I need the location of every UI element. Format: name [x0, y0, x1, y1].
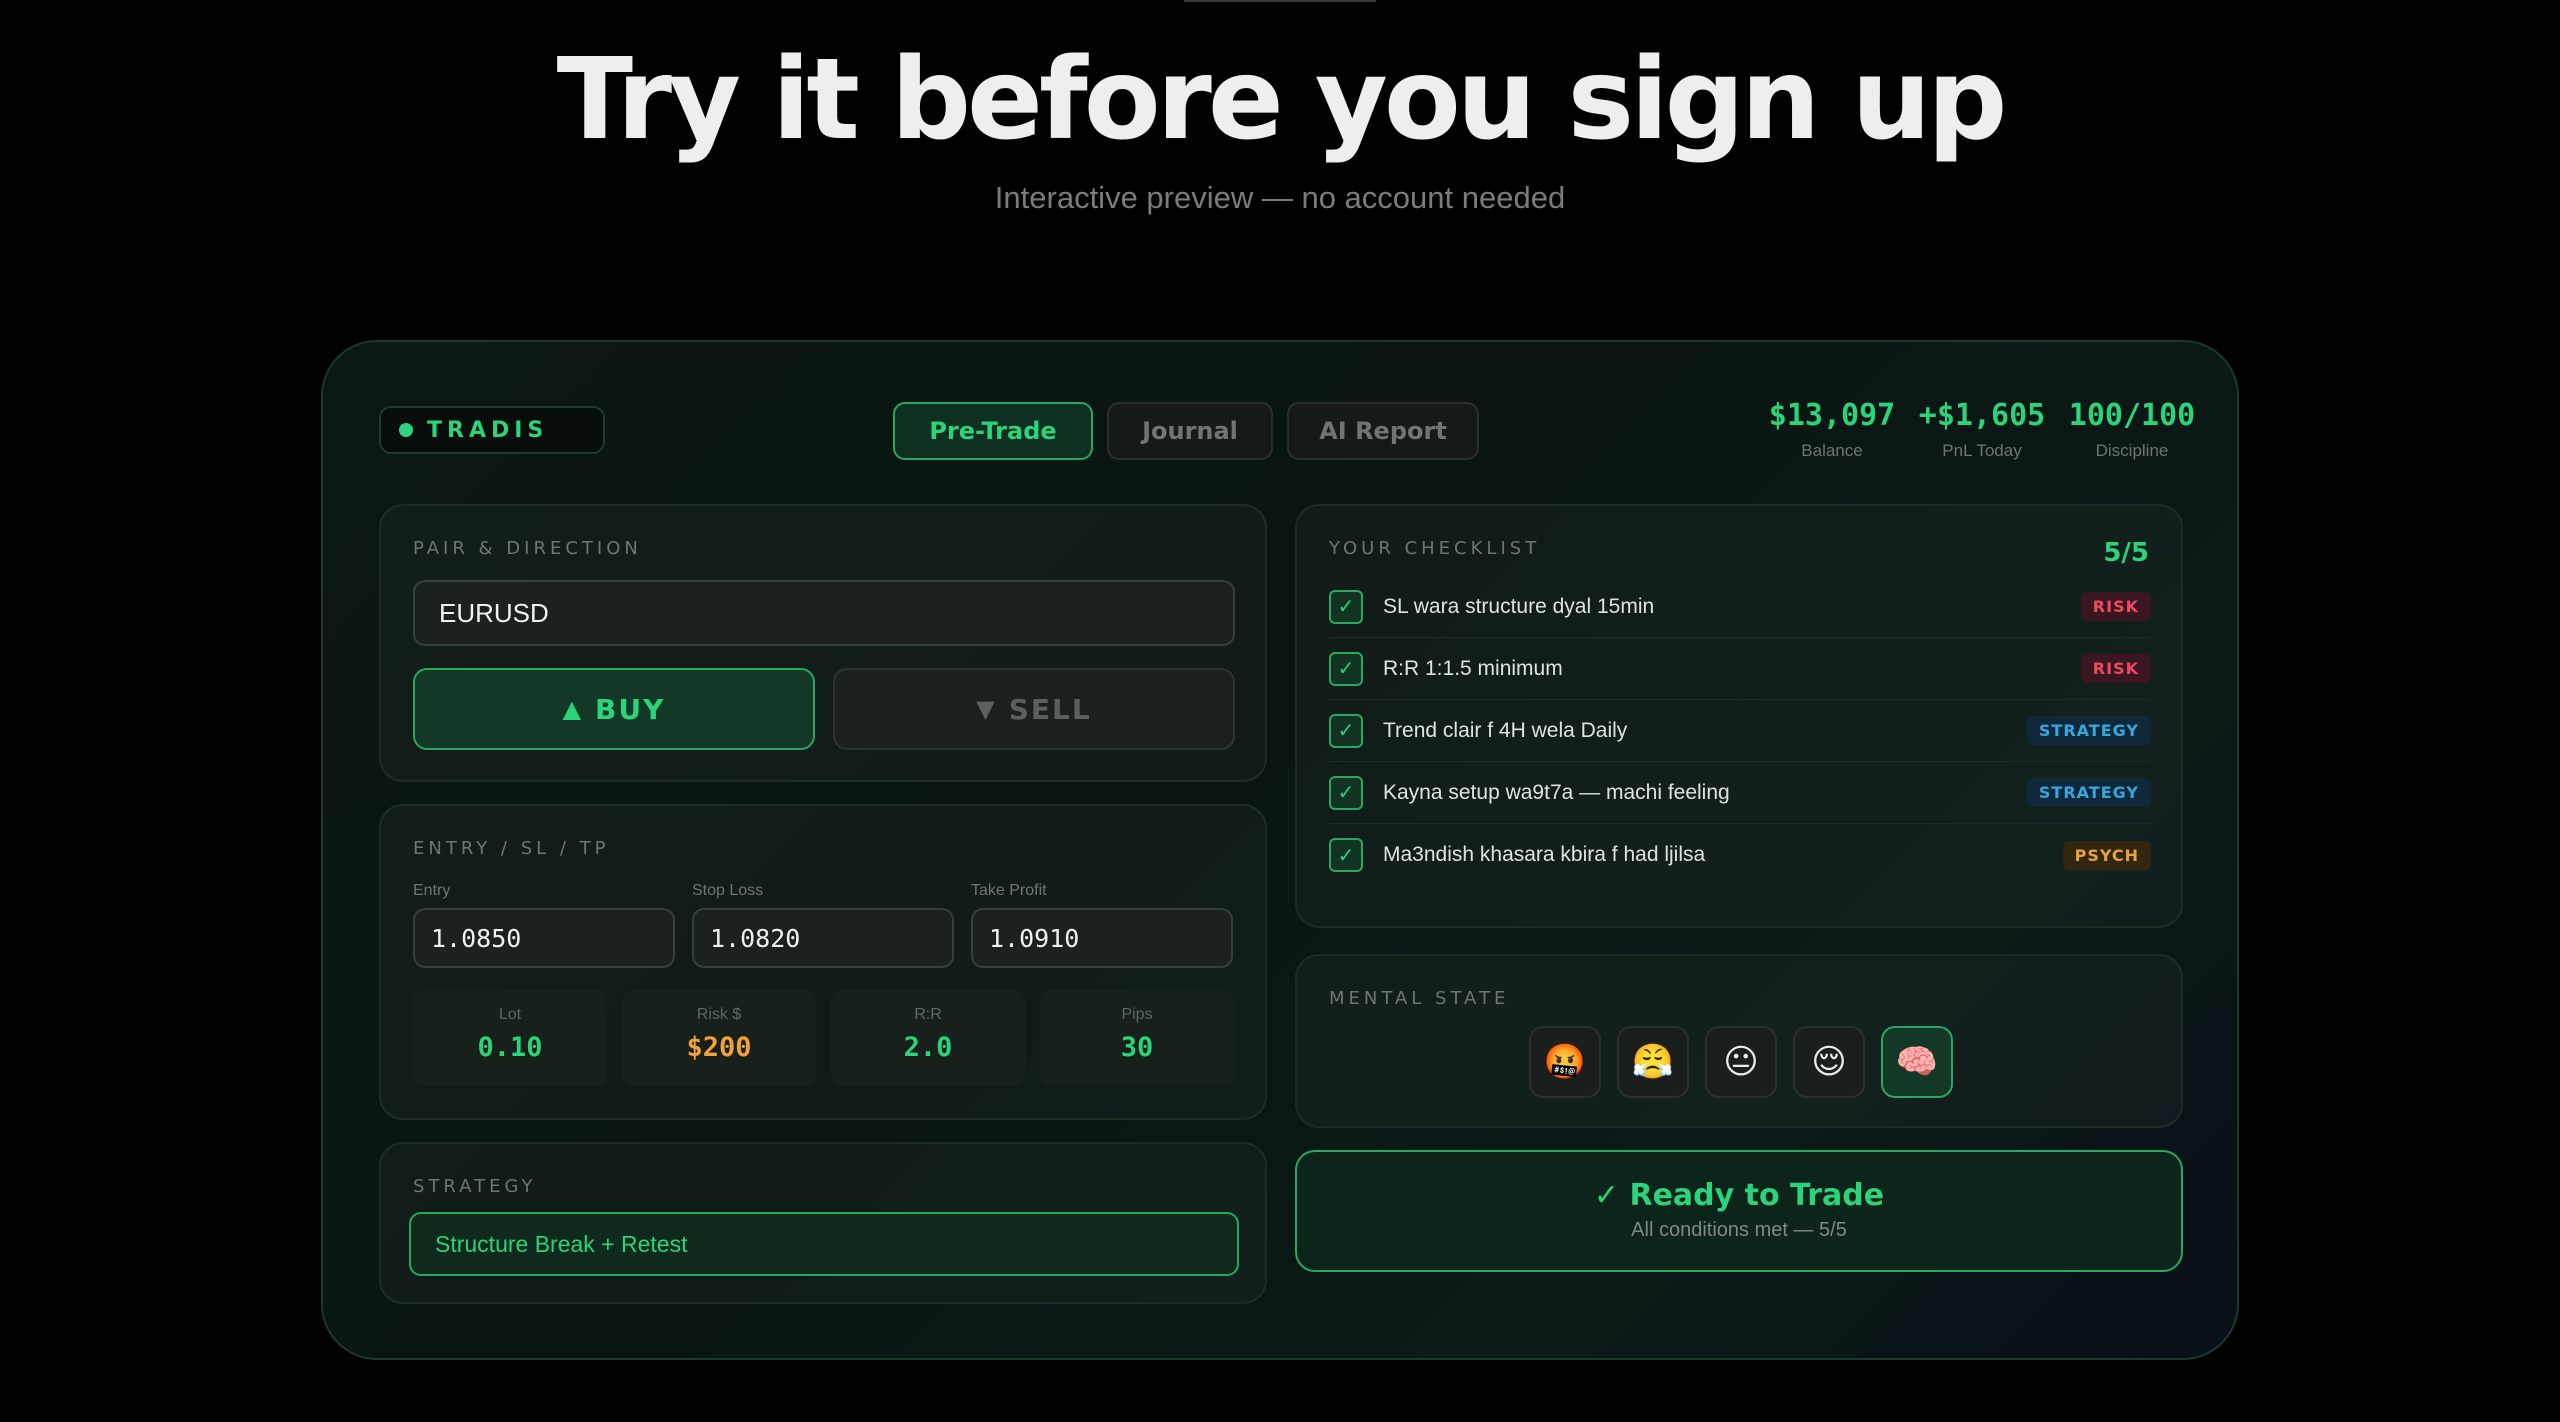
balance-value: $13,097 — [1768, 398, 1896, 433]
app-preview-panel: TRADIS Pre-Trade Journal AI Report $13,0… — [321, 340, 2239, 1360]
checklist-card: YOUR CHECKLIST 5/5 ✓ SL wara structure d… — [1295, 504, 2183, 928]
ready-subtitle: All conditions met — 5/5 — [1631, 1219, 1847, 1241]
cursing-face-icon[interactable]: 🤬 — [1529, 1026, 1601, 1098]
card-title: ENTRY / SL / TP — [413, 838, 610, 859]
checklist-item: ✓ Trend clair f 4H wela Daily STRATEGY — [1329, 700, 2151, 762]
card-title: MENTAL STATE — [1329, 988, 1510, 1009]
risk-tag: RISK — [2080, 654, 2151, 683]
metric-label: R:R — [914, 1006, 942, 1023]
checklist-item: ✓ Kayna setup wa9t7a — machi feeling STR… — [1329, 762, 2151, 824]
status-dot-icon — [399, 423, 413, 437]
card-title: PAIR & DIRECTION — [413, 538, 642, 559]
metric-value: $200 — [686, 1032, 752, 1063]
pnl-label: PnL Today — [1942, 441, 2022, 460]
checklist-item-text: SL wara structure dyal 15min — [1383, 594, 1655, 618]
pnl-stat: +$1,605 PnL Today — [1907, 398, 2057, 461]
tab-pre-trade[interactable]: Pre-Trade — [893, 402, 1093, 460]
discipline-label: Discipline — [2095, 441, 2169, 460]
checklist-item: ✓ Ma3ndish khasara kbira f had ljilsa PS… — [1329, 824, 2151, 886]
checklist-item-text: Ma3ndish khasara kbira f had ljilsa — [1383, 843, 1706, 866]
balance-stat: $13,097 Balance — [1757, 398, 1907, 461]
discipline-stat: 100/100 Discipline — [2057, 398, 2207, 461]
metric-value: 0.10 — [477, 1032, 543, 1063]
pair-direction-card: PAIR & DIRECTION EURUSD ▲ BUY ▼ SELL — [379, 504, 1267, 782]
entry-sl-tp-card: ENTRY / SL / TP Entry 1.0850 Stop Loss 1… — [379, 804, 1267, 1120]
metric-label: Lot — [498, 1006, 522, 1023]
checkbox-checked-icon[interactable]: ✓ — [1329, 838, 1363, 872]
tab-ai-report[interactable]: AI Report — [1287, 402, 1479, 460]
buy-button[interactable]: ▲ BUY — [413, 668, 815, 750]
stop-loss-input[interactable]: 1.0820 — [692, 908, 954, 968]
triangle-down-icon: ▼ — [976, 695, 997, 723]
checkbox-checked-icon[interactable]: ✓ — [1329, 713, 1363, 748]
checklist-item-text: Trend clair f 4H wela Daily — [1383, 718, 1628, 742]
relieved-face-icon[interactable]: 😌 — [1793, 1026, 1865, 1098]
pips-metric: Pips 30 — [1040, 990, 1234, 1086]
checklist-item: ✓ R:R 1:1.5 minimum RISK — [1329, 638, 2151, 700]
checklist-item-text: Kayna setup wa9t7a — machi feeling — [1383, 780, 1730, 804]
neutral-face-icon[interactable]: 😐 — [1705, 1026, 1777, 1098]
balance-label: Balance — [1801, 441, 1863, 460]
brain-icon[interactable]: 🧠 — [1881, 1026, 1953, 1098]
take-profit-label: Take Profit — [971, 882, 1047, 899]
strategy-tag: STRATEGY — [2026, 716, 2151, 745]
mental-state-card: MENTAL STATE 🤬 😤 😐 😌 🧠 — [1295, 954, 2183, 1128]
entry-input[interactable]: 1.0850 — [413, 908, 675, 968]
stop-loss-label: Stop Loss — [692, 882, 764, 899]
hero-title: Try it before you sign up — [556, 35, 2008, 165]
entry-label: Entry — [413, 882, 451, 899]
ready-to-trade-button[interactable]: ✓ Ready to Trade All conditions met — 5/… — [1295, 1150, 2183, 1272]
metric-value: 2.0 — [903, 1032, 953, 1063]
sell-button[interactable]: ▼ SELL — [833, 668, 1235, 750]
frustrated-face-icon[interactable]: 😤 — [1617, 1026, 1689, 1098]
ready-title: ✓ Ready to Trade — [1593, 1178, 1885, 1213]
triangle-up-icon: ▲ — [562, 695, 584, 723]
buy-label: BUY — [595, 692, 666, 726]
pnl-value: +$1,605 — [1918, 398, 2046, 433]
checkbox-checked-icon[interactable]: ✓ — [1329, 775, 1363, 810]
discipline-value: 100/100 — [2068, 398, 2196, 433]
checkbox-checked-icon[interactable]: ✓ — [1329, 589, 1363, 624]
metric-label: Risk $ — [696, 1006, 742, 1023]
pair-input[interactable]: EURUSD — [413, 580, 1235, 646]
card-title: YOUR CHECKLIST — [1329, 538, 1541, 559]
strategy-card: STRATEGY Structure Break + Retest — [379, 1142, 1267, 1304]
checklist-count: 5/5 — [2103, 538, 2149, 568]
checklist-item: ✓ SL wara structure dyal 15min RISK — [1329, 576, 2151, 638]
risk-tag: RISK — [2080, 592, 2151, 621]
brand-name: TRADIS — [427, 417, 549, 443]
metric-value: 30 — [1120, 1032, 1154, 1063]
hero-subtitle: Interactive preview — no account needed — [994, 180, 1566, 215]
checklist-item-text: R:R 1:1.5 minimum — [1383, 656, 1563, 680]
lot-metric: Lot 0.10 — [413, 990, 607, 1086]
tab-journal[interactable]: Journal — [1107, 402, 1273, 460]
top-divider — [1184, 0, 1376, 2]
strategy-select[interactable]: Structure Break + Retest — [409, 1212, 1239, 1276]
card-title: STRATEGY — [413, 1176, 537, 1197]
take-profit-input[interactable]: 1.0910 — [971, 908, 1233, 968]
checkbox-checked-icon[interactable]: ✓ — [1329, 651, 1363, 686]
rr-metric: R:R 2.0 — [831, 990, 1025, 1086]
sell-label: SELL — [1008, 692, 1092, 726]
strategy-tag: STRATEGY — [2026, 778, 2151, 807]
risk-metric: Risk $ $200 — [622, 990, 816, 1086]
metric-label: Pips — [1121, 1006, 1153, 1023]
psych-tag: PSYCH — [2062, 840, 2151, 870]
brand-badge: TRADIS — [379, 406, 605, 454]
